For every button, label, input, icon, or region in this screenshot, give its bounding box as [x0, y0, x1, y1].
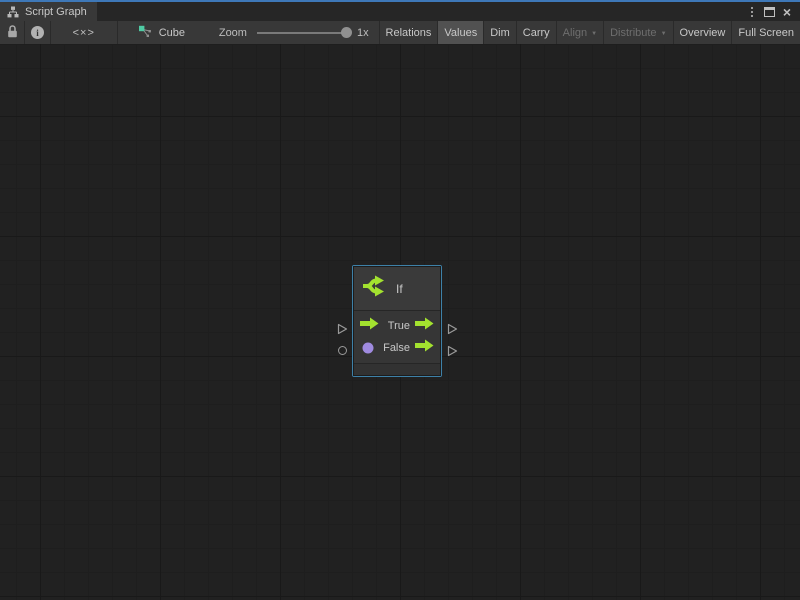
zoom-control: Zoom 1x: [205, 21, 379, 44]
if-node-ports: True Fa: [354, 311, 440, 363]
port-row-true: True: [354, 315, 440, 337]
zoom-slider-knob[interactable]: [341, 27, 352, 38]
graph-icon: [138, 25, 152, 41]
lock-button[interactable]: [0, 21, 24, 44]
chevron-down-icon: ▼: [661, 31, 667, 37]
node-title: If: [396, 282, 403, 296]
toolbar-right-group: Relations Values Dim Carry Align ▼ Distr…: [380, 21, 800, 44]
code-preview-icon: <×>: [73, 27, 95, 39]
true-output-port[interactable]: [447, 323, 458, 335]
flow-in-arrow-icon[interactable]: [360, 317, 379, 335]
boolean-dot-icon[interactable]: [362, 342, 374, 354]
relations-button[interactable]: Relations: [380, 21, 438, 44]
true-flow-arrow-icon[interactable]: [415, 317, 434, 335]
relations-button-label: Relations: [386, 27, 432, 39]
distribute-button-label: Distribute: [610, 27, 656, 39]
dim-button[interactable]: Dim: [484, 21, 516, 44]
carry-button[interactable]: Carry: [517, 21, 556, 44]
graph-canvas[interactable]: If True: [0, 44, 800, 600]
graph-target-button[interactable]: Cube: [118, 21, 205, 44]
false-port-label: False: [383, 342, 410, 354]
window-controls: ×: [747, 2, 800, 21]
align-button-label: Align: [563, 27, 587, 39]
graph-toolbar: i <×> Cube Zoom 1x: [0, 21, 800, 44]
distribute-button[interactable]: Distribute ▼: [604, 21, 672, 44]
flow-input-port[interactable]: [337, 323, 348, 335]
info-button[interactable]: i: [25, 21, 49, 44]
chevron-down-icon: ▼: [591, 31, 597, 37]
dim-button-label: Dim: [490, 27, 510, 39]
values-button-label: Values: [444, 27, 477, 39]
zoom-slider[interactable]: [257, 32, 347, 34]
condition-input-port[interactable]: [338, 346, 347, 355]
code-preview-button[interactable]: <×>: [51, 21, 117, 44]
tab-script-graph[interactable]: Script Graph: [0, 2, 97, 21]
full-screen-button[interactable]: Full Screen: [732, 21, 800, 44]
zoom-value: 1x: [357, 27, 369, 39]
if-node-header[interactable]: If: [354, 267, 440, 311]
overview-button[interactable]: Overview: [674, 21, 732, 44]
full-screen-button-label: Full Screen: [738, 27, 794, 39]
tab-bar: Script Graph ×: [0, 2, 800, 21]
branch-icon: [361, 273, 387, 304]
close-icon[interactable]: ×: [782, 7, 792, 17]
align-button[interactable]: Align ▼: [557, 21, 603, 44]
if-node-body: If True: [353, 266, 441, 376]
script-graph-window: Script Graph × i <×>: [0, 0, 800, 600]
carry-button-label: Carry: [523, 27, 550, 39]
overview-button-label: Overview: [680, 27, 726, 39]
graph-hierarchy-icon: [7, 6, 19, 18]
true-port-label: True: [388, 320, 410, 332]
info-icon: i: [31, 26, 44, 39]
circle-port-icon: [338, 346, 347, 355]
maximize-icon[interactable]: [764, 7, 775, 17]
graph-target-label: Cube: [159, 27, 185, 39]
tab-title: Script Graph: [25, 6, 87, 18]
values-button[interactable]: Values: [438, 21, 483, 44]
false-output-port[interactable]: [447, 345, 458, 357]
if-node[interactable]: If True: [352, 265, 442, 377]
port-row-false: False: [354, 337, 440, 359]
kebab-menu-icon[interactable]: [747, 5, 757, 19]
zoom-label: Zoom: [219, 27, 247, 39]
false-flow-arrow-icon[interactable]: [415, 339, 434, 357]
if-node-footer: [354, 363, 440, 375]
lock-icon: [7, 25, 18, 41]
